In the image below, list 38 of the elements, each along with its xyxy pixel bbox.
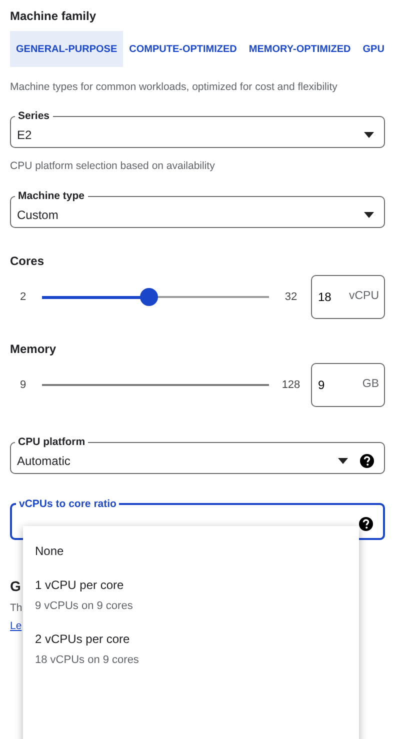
field-label: Series <box>17 110 51 122</box>
caret-icon <box>364 212 374 218</box>
min-label: 2 <box>18 291 28 303</box>
max-label: 32 <box>284 291 298 303</box>
tab[interactable]: MEMORY-OPTIMIZED <box>242 31 357 67</box>
menu-option[interactable]: None <box>23 538 359 566</box>
hint-text: CPU platform selection based on availability <box>10 160 216 172</box>
field-label: Machine type <box>17 190 86 202</box>
slider-title: Memory <box>10 342 58 356</box>
description-text: Machine types for common workloads, optimized for cost and flexibility <box>10 81 338 93</box>
tab[interactable]: GENERAL-PURPOSE <box>10 31 124 67</box>
field-label: CPU platform <box>17 436 86 448</box>
learn-link[interactable]: Le <box>10 620 22 632</box>
caret-icon <box>338 458 348 464</box>
caret-icon <box>364 132 374 138</box>
slider-thumb[interactable] <box>140 288 158 306</box>
menu-option[interactable]: 1 vCPU per core 9 vCPUs on 9 cores <box>23 572 359 620</box>
field-value: Custom <box>17 208 60 222</box>
unit-label: GB <box>362 378 379 390</box>
field-value: E2 <box>17 128 33 142</box>
section-title: Machine family <box>10 8 98 23</box>
select-field[interactable]: Series E2 <box>10 110 385 148</box>
max-label: 128 <box>280 379 302 391</box>
slider-title: Cores <box>10 254 46 268</box>
body-text: Th <box>10 602 22 614</box>
unit-label: vCPU <box>348 290 379 302</box>
select-field[interactable]: CPU platform Automatic <box>10 436 385 474</box>
slider[interactable] <box>42 288 269 306</box>
help-icon[interactable] <box>359 517 373 531</box>
tab[interactable]: GPU <box>356 31 390 67</box>
section-heading: G <box>10 578 21 594</box>
min-label: 9 <box>18 379 28 391</box>
field-value: Automatic <box>17 454 72 468</box>
field-label: vCPUs to core ratio <box>18 498 118 510</box>
tab[interactable]: COMPUTE-OPTIMIZED <box>123 31 243 67</box>
help-icon[interactable] <box>360 454 374 468</box>
menu-option[interactable]: 2 vCPUs per core 18 vCPUs on 9 cores <box>23 626 359 674</box>
select-field[interactable]: Machine type Custom <box>10 190 385 228</box>
